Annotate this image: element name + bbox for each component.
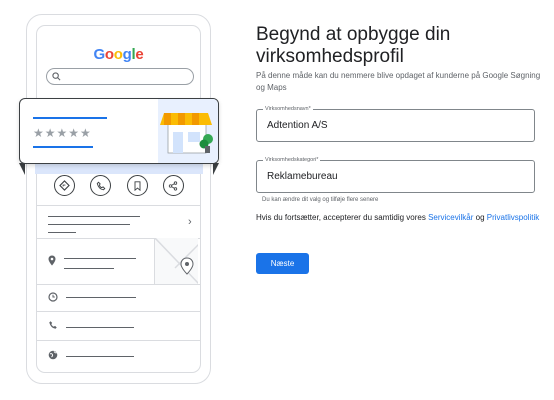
consent-text: Hvis du fortsætter, accepterer du samtid…	[256, 212, 541, 224]
globe-icon	[48, 350, 58, 360]
consent-middle: og	[473, 213, 487, 222]
privacy-link[interactable]: Privatlivspolitik	[487, 213, 539, 222]
search-icon	[52, 72, 61, 81]
mock-action-row	[54, 175, 184, 196]
google-logo: Google	[37, 46, 200, 63]
share-icon	[162, 175, 184, 196]
google-logo-letter: o	[113, 46, 123, 63]
clock-icon	[48, 292, 58, 302]
card-notch	[19, 163, 25, 175]
business-name-label: Virksomhedsnavn*	[263, 105, 313, 113]
business-category-value[interactable]: Reklamebureau	[267, 171, 338, 182]
chevron-right-icon: ›	[188, 216, 192, 228]
phone-icon	[90, 175, 112, 196]
business-category-field[interactable]: Virksomhedskategori* Reklamebureau	[256, 156, 535, 193]
next-button[interactable]: Næste	[256, 253, 309, 274]
storefront-illustration	[158, 99, 218, 163]
map-thumbnail	[154, 238, 198, 284]
mock-business-title	[33, 117, 107, 119]
google-logo-letter: o	[104, 46, 114, 63]
google-logo-letter: G	[93, 46, 106, 63]
intro-text: På denne måde kan du nemmere blive opdag…	[256, 71, 541, 92]
location-pin-icon	[48, 255, 56, 266]
card-notch	[213, 163, 219, 175]
page-title: Begynd at opbygge din virksomhedsprofil	[256, 24, 451, 67]
mock-divider	[37, 205, 201, 206]
directions-icon	[54, 175, 75, 196]
business-name-field[interactable]: Virksomhedsnavn* Adtention A/S	[256, 105, 535, 142]
mock-divider	[37, 284, 201, 285]
rating-stars-icon: ★★★★★	[33, 126, 92, 140]
card-shadow	[35, 164, 203, 174]
phone-icon	[49, 321, 57, 329]
business-card-illustration: ★★★★★	[19, 98, 219, 164]
mock-divider	[37, 311, 201, 312]
phone-screen: Google	[36, 25, 201, 373]
business-category-label: Virksomhedskategori*	[263, 156, 321, 164]
business-name-value[interactable]: Adtention A/S	[267, 120, 328, 131]
mock-business-subtitle	[33, 146, 93, 148]
category-hint: Du kan ændre dit valg og tilføje flere s…	[262, 197, 379, 203]
bookmark-icon	[126, 175, 148, 196]
consent-prefix: Hvis du fortsætter, accepterer du samtid…	[256, 213, 429, 222]
mock-divider	[37, 340, 201, 341]
google-logo-letter: e	[135, 46, 144, 63]
mock-search-bar	[46, 68, 194, 85]
terms-link[interactable]: Servicevilkår	[428, 213, 473, 222]
google-logo-letter: g	[122, 46, 132, 63]
storefront-icon	[160, 113, 213, 154]
